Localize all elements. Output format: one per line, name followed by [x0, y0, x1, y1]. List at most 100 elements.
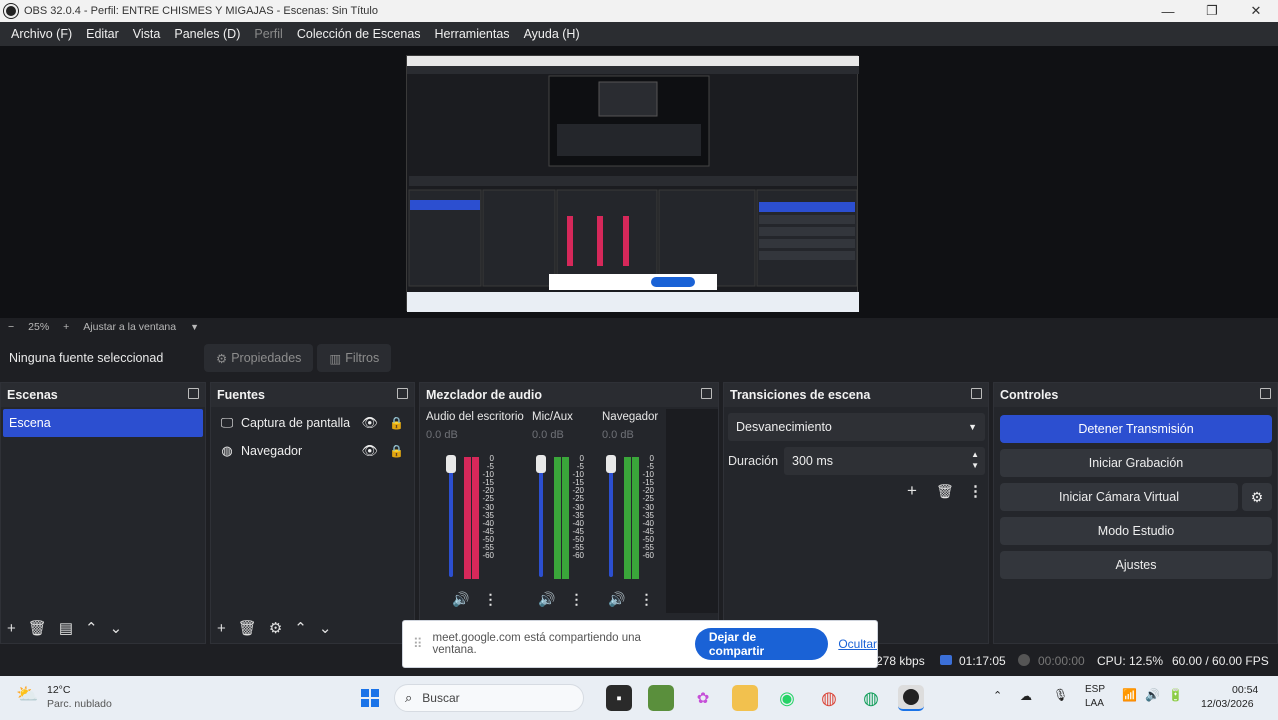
more-options-icon[interactable]: ⋮ [639, 591, 653, 608]
chevron-up-icon[interactable]: ⌃ [993, 689, 1002, 702]
volume-slider-knob[interactable] [446, 455, 456, 473]
more-options-icon[interactable]: ⋮ [569, 591, 583, 608]
whatsapp-icon[interactable]: ◉ [774, 685, 800, 711]
channel-name: Navegador [602, 411, 659, 423]
audio-level-meter [632, 457, 639, 579]
meter-scale-tick: -60 [482, 551, 494, 561]
cloud-sync-icon[interactable]: ☁ [1020, 689, 1032, 703]
obs-taskbar-icon[interactable] [898, 685, 924, 711]
taskbar-search-box[interactable]: ⌕ Buscar [394, 684, 584, 712]
filters-button[interactable]: ▥ Filtros [317, 344, 392, 372]
stop-sharing-button[interactable]: Dejar de compartir [694, 628, 829, 660]
move-up-icon[interactable]: ⌃ [294, 619, 307, 637]
weather-temp[interactable]: 12°C [47, 684, 70, 696]
virtual-camera-settings-button[interactable]: ⚙ [1242, 483, 1272, 511]
clock-time[interactable]: 00:54 [1232, 684, 1258, 696]
gear-icon[interactable]: ⚙ [269, 619, 282, 637]
scene-item-label: Escena [9, 416, 51, 430]
trash-icon[interactable]: 🗑 [28, 619, 47, 637]
speaker-icon[interactable]: 🔊 [452, 591, 469, 608]
lock-icon[interactable]: 🔒 [389, 416, 404, 430]
duration-spinbox[interactable]: 300 ms ▲ ▼ [784, 447, 985, 475]
volume-slider[interactable] [539, 457, 543, 577]
eye-icon[interactable]: 👁 [361, 443, 378, 459]
transition-type-select[interactable]: Desvanecimiento ▼ [728, 413, 985, 441]
undock-icon[interactable] [397, 388, 408, 399]
windows-start-icon[interactable] [357, 685, 383, 711]
hide-banner-link[interactable]: Ocultar [838, 637, 877, 651]
filters-icon[interactable]: ▤ [59, 619, 73, 637]
wifi-icon[interactable]: 📶 [1122, 688, 1137, 702]
scene-item[interactable]: Escena [3, 409, 203, 437]
weather-desc[interactable]: Parc. nublado [47, 698, 112, 710]
menu-paneles[interactable]: Paneles (D) [167, 27, 247, 41]
fit-window-label[interactable]: Ajustar a la ventana [83, 321, 176, 333]
move-down-icon[interactable]: ⌄ [319, 619, 332, 637]
zoom-in-button[interactable]: + [63, 321, 69, 333]
menu-herramientas[interactable]: Herramientas [428, 27, 517, 41]
source-item-browser[interactable]: ◍ Navegador 👁 🔒 [211, 437, 414, 465]
eye-icon[interactable]: 👁 [361, 415, 378, 431]
filters-icon: ▥ [329, 351, 342, 366]
start-recording-button[interactable]: Iniciar Grabación [1000, 449, 1272, 477]
more-options-icon[interactable]: ⋮ [968, 482, 983, 500]
add-icon[interactable]: + [217, 620, 226, 637]
weather-cloud-icon[interactable]: ⛅ [16, 684, 38, 705]
clock-date[interactable]: 12/03/2026 [1201, 698, 1254, 710]
volume-slider-knob[interactable] [536, 455, 546, 473]
speaker-icon[interactable]: 🔊 [608, 591, 625, 608]
scenes-toolbar: + 🗑 ▤ ⌃ ⌄ [1, 613, 205, 643]
start-virtual-camera-button[interactable]: Iniciar Cámara Virtual [1000, 483, 1238, 511]
menu-editar[interactable]: Editar [79, 27, 126, 41]
menu-perfil[interactable]: Perfil [247, 27, 289, 41]
lock-icon[interactable]: 🔒 [389, 444, 404, 458]
undock-icon[interactable] [1260, 388, 1271, 399]
layout-code[interactable]: LAA [1085, 698, 1104, 709]
minimize-button[interactable]: — [1146, 0, 1190, 22]
file-explorer-icon[interactable] [732, 685, 758, 711]
studio-mode-button[interactable]: Modo Estudio [1000, 517, 1272, 545]
menu-archivo[interactable]: Archivo (F) [4, 27, 79, 41]
chrome-icon[interactable]: ◍ [816, 685, 842, 711]
controls-dock: Controles Detener Transmisión Iniciar Gr… [993, 382, 1278, 644]
settings-button[interactable]: Ajustes [1000, 551, 1272, 579]
undock-icon[interactable] [971, 388, 982, 399]
sources-dock: Fuentes 🖵 Captura de pantalla 👁 🔒 ◍ Nave… [210, 382, 415, 644]
microphone-icon[interactable]: 🎙 [1053, 688, 1068, 702]
volume-slider[interactable] [449, 457, 453, 577]
source-item-screen-capture[interactable]: 🖵 Captura de pantalla 👁 🔒 [211, 409, 414, 437]
properties-button[interactable]: ⚙ Propiedades [204, 344, 314, 372]
language-code[interactable]: ESP [1085, 684, 1105, 695]
task-view-icon[interactable]: ▪ [606, 685, 632, 711]
trash-icon[interactable]: 🗑 [936, 483, 954, 500]
trash-icon[interactable]: 🗑 [238, 619, 257, 637]
stop-stream-button[interactable]: Detener Transmisión [1000, 415, 1272, 443]
zoom-out-button[interactable]: − [8, 321, 14, 333]
volume-slider[interactable] [609, 457, 613, 577]
menu-vista[interactable]: Vista [126, 27, 168, 41]
close-button[interactable]: ✕ [1234, 0, 1278, 22]
chevron-down-icon[interactable]: ▼ [190, 322, 199, 332]
move-up-icon[interactable]: ⌃ [85, 619, 98, 637]
meter-scale: 0 -5 -10 -15 -20 -25 -30 -35 -40 -45 -50 -55 -60 [480, 454, 494, 561]
more-options-icon[interactable]: ⋮ [483, 591, 497, 608]
preview-canvas[interactable] [406, 55, 859, 312]
add-icon[interactable]: + [907, 481, 917, 501]
move-down-icon[interactable]: ⌄ [110, 619, 123, 637]
minecraft-icon[interactable] [648, 685, 674, 711]
menu-ayuda[interactable]: Ayuda (H) [517, 27, 587, 41]
maximize-button[interactable]: ❐ [1190, 0, 1234, 22]
drag-handle-icon[interactable]: ⠿ [413, 636, 423, 652]
add-icon[interactable]: + [7, 620, 16, 637]
spin-arrows-icon[interactable]: ▲ ▼ [971, 449, 979, 471]
volume-slider-knob[interactable] [606, 455, 616, 473]
copilot-icon[interactable]: ✿ [690, 685, 716, 711]
speaker-icon[interactable]: 🔊 [538, 591, 555, 608]
undock-icon[interactable] [701, 388, 712, 399]
menu-coleccion-escenas[interactable]: Colección de Escenas [290, 27, 428, 41]
volume-icon[interactable]: 🔊 [1145, 688, 1160, 702]
undock-icon[interactable] [188, 388, 199, 399]
battery-icon[interactable]: 🔋 [1168, 688, 1183, 702]
channel-name: Mic/Aux [532, 411, 573, 423]
chrome-profile-icon[interactable]: ◍ [858, 685, 884, 711]
